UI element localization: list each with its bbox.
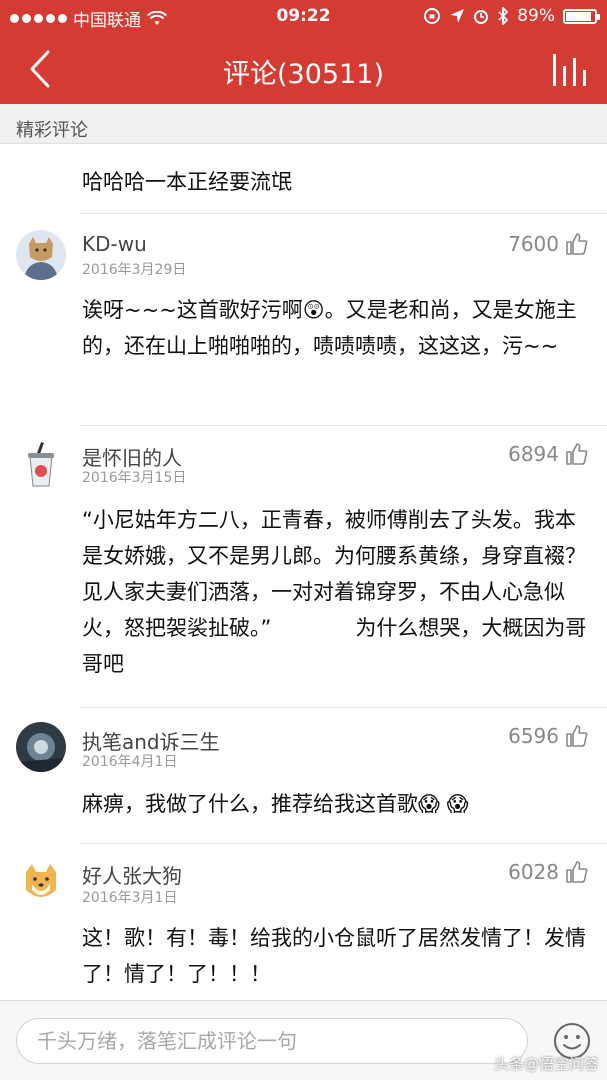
stats-icon[interactable] — [549, 48, 589, 90]
like-button[interactable]: 6894 — [508, 442, 589, 466]
page-title: 评论(30511) — [223, 59, 384, 90]
comment-input-bar: 头条@悟空问答 — [0, 1000, 607, 1080]
section-header: 精彩评论 — [0, 104, 607, 144]
comment-item[interactable]: 执笔and诉三生 2016年4月1日 6596 麻痹，我做了什么，推荐给我这首歌… — [0, 708, 607, 844]
comment-input[interactable] — [17, 1019, 527, 1063]
comment-text: 诶呀~~~这首歌好污啊😲。又是老和尚，又是女施主的，还在山上啪啪啪的，啧啧啧啧，… — [82, 298, 577, 358]
like-count: 7600 — [508, 232, 559, 256]
username[interactable]: 好人张大狗 — [82, 860, 182, 889]
thumb-up-icon — [566, 725, 588, 747]
thumb-up-icon — [566, 861, 588, 883]
bluetooth-icon — [498, 7, 509, 25]
username[interactable]: KD-wu — [82, 232, 147, 256]
battery-percent: 89% — [517, 6, 555, 26]
like-button[interactable]: 6028 — [508, 860, 589, 884]
like-count: 6596 — [508, 724, 559, 748]
like-button[interactable]: 7600 — [508, 232, 589, 256]
comment-text: 哈哈哈一本正经要流氓 — [82, 170, 292, 194]
like-count: 6894 — [508, 442, 559, 466]
like-button[interactable]: 6596 — [508, 724, 589, 748]
comment-text: “小尼姑年方二八，正青春，被师傅削去了头发。我本是女娇娥，又不是男儿郎。为何腰系… — [82, 508, 587, 676]
comment-item[interactable]: 好人张大狗 2016年3月1日 6028 这！歌！有！毒！给我的小仓鼠听了居然发… — [0, 844, 607, 1000]
avatar[interactable] — [16, 230, 66, 280]
comment-text: 麻痹，我做了什么，推荐给我这首歌😱 😱 — [82, 792, 469, 816]
like-count: 6028 — [508, 860, 559, 884]
status-bar: 中国联通 09:22 89% — [0, 0, 607, 34]
location-icon — [450, 9, 465, 23]
comment-date: 2016年3月15日 — [82, 470, 187, 486]
comment-list[interactable]: 哈哈哈一本正经要流氓 KD-wu 2016年3月29日 7600 诶呀~~~这首… — [0, 144, 607, 1000]
comment-item[interactable]: 是怀旧的人 2016年3月15日 6894 “小尼姑年方二八，正青春，被师傅削去… — [0, 426, 607, 708]
nav-bar: 评论(30511) — [0, 34, 607, 104]
avatar[interactable] — [16, 858, 66, 908]
thumb-up-icon — [566, 443, 588, 465]
comment-date: 2016年4月1日 — [82, 754, 178, 770]
thumb-up-icon — [566, 233, 588, 255]
status-right: 89% — [423, 6, 600, 26]
comment-item[interactable]: 哈哈哈一本正经要流氓 — [0, 144, 607, 214]
rotation-lock-icon — [424, 8, 441, 24]
comment-date: 2016年3月1日 — [82, 890, 178, 906]
comment-item[interactable]: KD-wu 2016年3月29日 7600 诶呀~~~这首歌好污啊😲。又是老和尚… — [0, 214, 607, 426]
comment-date: 2016年3月29日 — [82, 262, 187, 278]
battery-fill — [566, 11, 591, 21]
comment-text: 这！歌！有！毒！给我的小仓鼠听了居然发情了！发情了！情了！了！！！ — [82, 926, 586, 986]
battery-icon — [563, 8, 600, 24]
avatar[interactable] — [16, 722, 66, 772]
comment-input-wrapper[interactable] — [16, 1018, 528, 1064]
watermark: 头条@悟空问答 — [493, 1055, 599, 1073]
alarm-icon — [474, 10, 489, 24]
avatar[interactable] — [16, 440, 66, 490]
